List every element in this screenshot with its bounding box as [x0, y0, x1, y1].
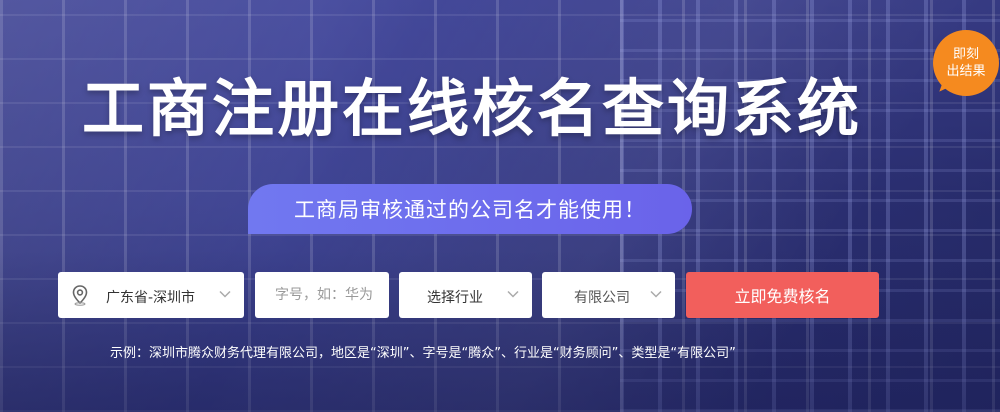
- company-type-value: 有限公司: [574, 290, 630, 306]
- instant-result-badge: 即刻 出结果: [933, 30, 999, 96]
- industry-value: 选择行业: [427, 290, 483, 306]
- slogan-banner: 工商局审核通过的公司名才能使用！: [248, 184, 692, 234]
- industry-select[interactable]: 选择行业: [399, 272, 532, 318]
- free-check-button[interactable]: 立即免费核名: [686, 272, 879, 318]
- region-value: 广东省-深圳市: [106, 290, 196, 306]
- company-name-input[interactable]: [255, 272, 389, 318]
- badge-line-2: 出结果: [946, 64, 986, 79]
- example-hint: 示例：深圳市腾众财务代理有限公司，地区是“深圳”、字号是“腾众”、行业是“财务顾…: [110, 346, 736, 361]
- chevron-down-icon: [650, 290, 662, 298]
- chevron-down-icon: [219, 290, 231, 298]
- location-pin-icon: [72, 285, 88, 306]
- chevron-down-icon: [507, 290, 519, 298]
- page-title: 工商注册在线核名查询系统: [82, 72, 863, 145]
- badge-line-1: 即刻: [952, 47, 979, 62]
- company-name-field[interactable]: [255, 272, 389, 318]
- company-type-select[interactable]: 有限公司: [542, 272, 675, 318]
- region-select[interactable]: 广东省-深圳市: [58, 272, 244, 318]
